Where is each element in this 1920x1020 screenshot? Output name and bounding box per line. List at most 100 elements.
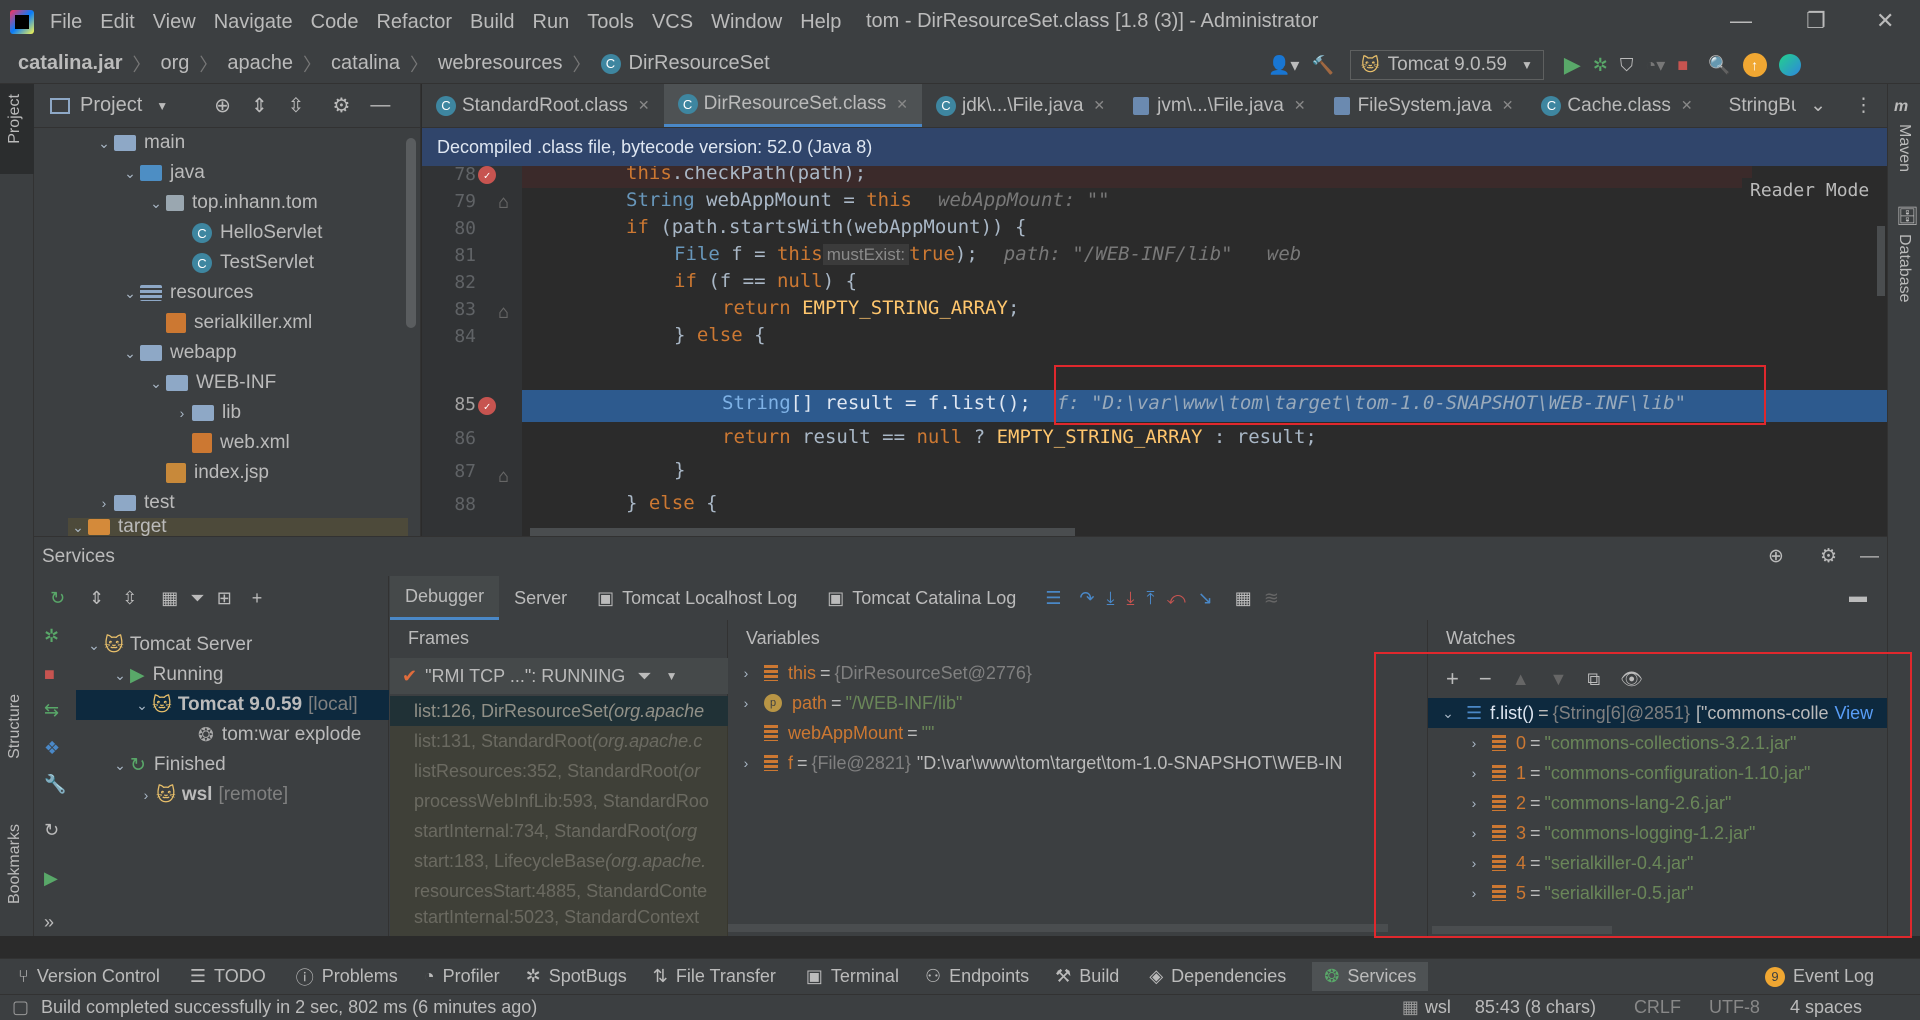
chevron-down-icon[interactable]: ▼ bbox=[666, 669, 678, 683]
variable-this[interactable]: › this = {DirResourceSet@2776} bbox=[736, 658, 1032, 688]
tool-version-control[interactable]: ⑂ Version Control bbox=[18, 966, 160, 987]
status-position[interactable]: 85:43 (8 chars) bbox=[1475, 997, 1596, 1018]
tab-catalina-log[interactable]: ▣ Tomcat Catalina Log bbox=[812, 576, 1031, 620]
menu-build[interactable]: Build bbox=[470, 11, 514, 34]
tool-terminal[interactable]: ▣ Terminal bbox=[806, 966, 899, 987]
fold-icon[interactable]: ⌂ bbox=[498, 192, 509, 213]
layout-icon[interactable]: ▬ bbox=[1849, 586, 1867, 607]
tree-node-test[interactable]: › test bbox=[94, 488, 175, 518]
tab-more[interactable]: ⋮ bbox=[1840, 84, 1887, 127]
locate-icon[interactable]: ⊕ bbox=[1768, 545, 1784, 568]
tab-list-chevron[interactable]: ⌄ bbox=[1796, 84, 1840, 127]
tree-node-serialkiller-xml[interactable]: serialkiller.xml bbox=[166, 308, 312, 338]
tree-node-index-jsp[interactable]: index.jsp bbox=[166, 458, 269, 488]
menu-navigate[interactable]: Navigate bbox=[214, 11, 293, 34]
tool-endpoints[interactable]: ⚇ Endpoints bbox=[925, 966, 1029, 987]
tree-node-webapp[interactable]: ⌄ webapp bbox=[120, 338, 236, 368]
maven-tool-button[interactable]: Maven bbox=[1895, 124, 1913, 172]
tab-dirresourceset[interactable]: C DirResourceSet.class ✕ bbox=[663, 84, 922, 127]
menu-refactor[interactable]: Refactor bbox=[376, 11, 452, 34]
drop-frame-icon[interactable]: ⤺ bbox=[1166, 588, 1185, 609]
bookmarks-tool-button[interactable]: Bookmarks bbox=[6, 824, 24, 904]
stop-icon[interactable]: ■ bbox=[1677, 55, 1688, 76]
code-editor[interactable]: ✓ ✓ ⌂ ⌂ ⌂ 78 79 80 81 82 83 84 85 86 87 … bbox=[422, 166, 1887, 536]
breakpoint-icon[interactable]: ✓ bbox=[478, 166, 496, 184]
tab-cache[interactable]: C Cache.class ✕ bbox=[1527, 84, 1706, 127]
tab-jvm-file[interactable]: jvm\...\File.java ✕ bbox=[1119, 84, 1319, 127]
square-icon[interactable]: ▢ bbox=[12, 997, 29, 1018]
step-out-icon[interactable]: ⤒ bbox=[1146, 588, 1154, 609]
coverage-icon[interactable]: ⛉ bbox=[1620, 55, 1634, 76]
minimize-icon[interactable]: — bbox=[1730, 8, 1752, 34]
gear-icon[interactable]: ⚙ bbox=[1820, 545, 1837, 568]
tab-server[interactable]: Server bbox=[499, 576, 582, 620]
restore-icon[interactable]: ❐ bbox=[1806, 8, 1826, 34]
filter-icon[interactable]: ⏷ bbox=[637, 666, 651, 687]
thread-selector[interactable]: ✔ "RMI TCP ...": RUNNING ⏷ ▼ bbox=[390, 658, 728, 694]
structure-tool-button[interactable]: Structure bbox=[6, 694, 24, 759]
scrollbar[interactable] bbox=[406, 138, 416, 328]
user-icon[interactable]: 👤▾ bbox=[1268, 55, 1299, 76]
frame-item-selected[interactable]: list:126, DirResourceSet (org.apache bbox=[390, 696, 728, 726]
update-icon[interactable]: ↑ bbox=[1742, 53, 1767, 77]
frame-item[interactable]: listResources:352, StandardRoot (or bbox=[390, 756, 728, 786]
tree-node-web-inf[interactable]: ⌄ WEB-INF bbox=[146, 368, 276, 398]
variable-f[interactable]: › f = {File@2821} "D:\var\www\tom\target\tom… bbox=[736, 748, 1343, 778]
close-icon[interactable]: ✕ bbox=[1876, 8, 1894, 34]
service-tom-war[interactable]: ❂ tom:war explode bbox=[198, 720, 361, 750]
variable-path[interactable]: › p path = "/WEB-INF/lib" bbox=[736, 688, 963, 718]
menu-edit[interactable]: Edit bbox=[100, 11, 134, 34]
chevron-down-icon[interactable]: ▼ bbox=[156, 99, 168, 113]
menu-window[interactable]: Window bbox=[711, 11, 782, 34]
tool-problems[interactable]: ⓘ Problems bbox=[296, 964, 398, 990]
tree-node-testservlet[interactable]: C TestServlet bbox=[192, 248, 314, 278]
status-wsl[interactable]: wsl bbox=[1425, 997, 1451, 1018]
breakpoint-icon[interactable]: ✓ bbox=[478, 397, 496, 415]
tab-localhost-log[interactable]: ▣ Tomcat Localhost Log bbox=[582, 576, 812, 620]
breadcrumb-item[interactable]: catalina bbox=[331, 52, 400, 75]
tool-dependencies[interactable]: ◈ Dependencies bbox=[1149, 966, 1286, 987]
editor-hscrollbar[interactable] bbox=[530, 528, 1075, 536]
frame-item[interactable]: list:131, StandardRoot (org.apache.c bbox=[390, 726, 728, 756]
trace-icon[interactable]: ≋ bbox=[1264, 588, 1279, 609]
service-tomcat-local[interactable]: ⌄ 🐱 Tomcat 9.0.59 [local] bbox=[76, 690, 389, 720]
close-icon[interactable]: ✕ bbox=[896, 96, 908, 113]
tab-debugger[interactable]: Debugger bbox=[390, 576, 500, 620]
run-icon[interactable]: ▶ bbox=[1564, 52, 1581, 78]
collapse-all-icon[interactable]: ⇳ bbox=[288, 93, 305, 118]
step-over-icon[interactable]: ↷ bbox=[1079, 588, 1094, 609]
project-tool-button[interactable]: Project bbox=[6, 94, 24, 144]
tree-node-target[interactable]: ⌄ target bbox=[68, 518, 408, 536]
tree-node-java[interactable]: ⌄ java bbox=[120, 158, 205, 188]
tool-build[interactable]: ⚒ Build bbox=[1055, 966, 1119, 987]
threads-icon[interactable]: ☰ bbox=[1045, 588, 1061, 609]
frame-item[interactable]: start:183, LifecycleBase (org.apache. bbox=[390, 846, 728, 876]
hscrollbar[interactable] bbox=[728, 924, 1388, 932]
menu-code[interactable]: Code bbox=[311, 11, 359, 34]
service-running[interactable]: ⌄ ▶ Running bbox=[110, 660, 223, 690]
close-icon[interactable]: ✕ bbox=[1502, 97, 1514, 114]
expand-all-icon[interactable]: ⇕ bbox=[251, 93, 268, 118]
reader-mode-button[interactable]: Reader Mode bbox=[1742, 178, 1878, 203]
tool-profiler[interactable]: ◔ Profiler bbox=[424, 966, 500, 987]
tree-node-lib[interactable]: › lib bbox=[172, 398, 241, 428]
breadcrumb-item[interactable]: apache bbox=[227, 52, 293, 75]
tree-node-resources[interactable]: ⌄ resources bbox=[120, 278, 253, 308]
close-icon[interactable]: ✕ bbox=[1681, 97, 1693, 114]
tab-jdk-file[interactable]: Cjdk\...\File.java ✕ bbox=[922, 84, 1119, 127]
status-indent[interactable]: 4 spaces bbox=[1790, 997, 1862, 1018]
debug-icon[interactable]: ✲ bbox=[1593, 55, 1608, 76]
database-tool-button[interactable]: Database bbox=[1895, 234, 1913, 303]
force-step-into-icon[interactable]: ⤓ bbox=[1127, 588, 1135, 609]
variable-webappmount[interactable]: webAppMount = "" bbox=[756, 718, 934, 748]
tree-node-package[interactable]: ⌄ top.inhann.tom bbox=[146, 188, 318, 218]
breadcrumb-item[interactable]: catalina.jar bbox=[18, 52, 123, 75]
breadcrumb-item[interactable]: webresources bbox=[438, 52, 563, 75]
hide-icon[interactable]: — bbox=[370, 94, 390, 117]
run-config-select[interactable]: 🐱 Tomcat 9.0.59 ▼ bbox=[1349, 50, 1544, 80]
service-finished[interactable]: ⌄ ↻ Finished bbox=[110, 750, 226, 780]
menu-help[interactable]: Help bbox=[800, 11, 841, 34]
close-icon[interactable]: ✕ bbox=[638, 97, 650, 114]
tab-standardroot[interactable]: C StandardRoot.class ✕ bbox=[422, 84, 664, 127]
tree-node-main[interactable]: ⌄ main bbox=[94, 128, 185, 158]
